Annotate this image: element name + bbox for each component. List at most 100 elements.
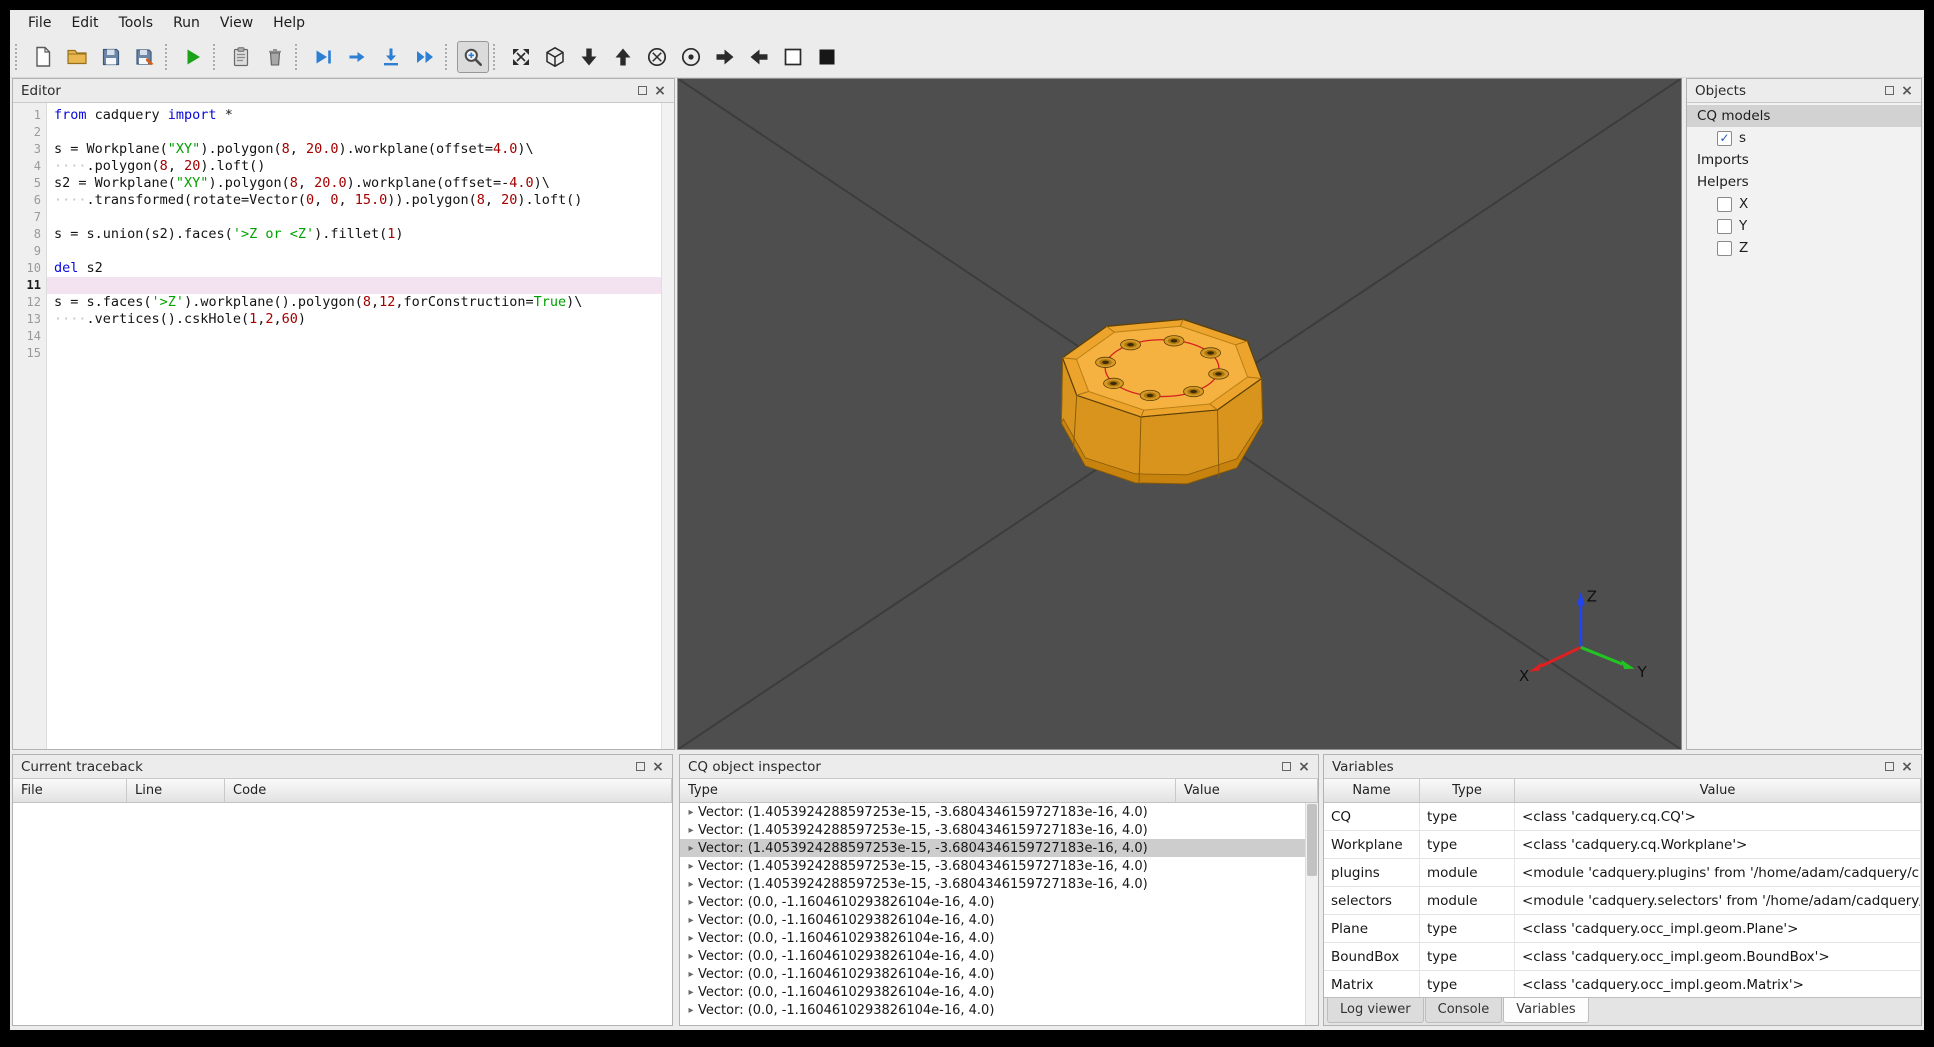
inspector-row[interactable]: ▸ Vector: (0.0, -1.1604610293826104e-16, … [680, 929, 1318, 947]
column-header-type[interactable]: Type [1420, 779, 1515, 802]
step-button[interactable] [341, 41, 373, 73]
inspector-row[interactable]: ▸ Vector: (1.4053924288597253e-15, -3.680… [680, 821, 1318, 839]
inspector-row[interactable]: ▸ Vector: (0.0, -1.1604610293826104e-16, … [680, 965, 1318, 983]
debug-button[interactable] [225, 41, 257, 73]
tree-item-cq-models[interactable]: CQ models [1687, 105, 1921, 127]
inspector-row[interactable]: ▸ Vector: (0.0, -1.1604610293826104e-16, … [680, 1001, 1318, 1019]
column-header-type[interactable]: Type [680, 779, 1176, 802]
save-as-button[interactable] [129, 41, 161, 73]
debug-run-button[interactable] [307, 41, 339, 73]
menu-edit[interactable]: Edit [61, 12, 108, 34]
bottom-view-button[interactable] [607, 41, 639, 73]
right-view-button[interactable] [743, 41, 775, 73]
inspector-row[interactable]: ▸ Vector: (0.0, -1.1604610293826104e-16, … [680, 893, 1318, 911]
inspector-row[interactable]: ▸ Vector: (1.4053924288597253e-15, -3.680… [680, 857, 1318, 875]
tree-item-helpers[interactable]: Helpers [1687, 171, 1921, 193]
expand-arrow-icon[interactable]: ▸ [684, 807, 698, 818]
scrollbar-thumb[interactable] [1307, 804, 1317, 876]
editor-close-button[interactable]: × [651, 82, 669, 100]
inspector-float-button[interactable] [1277, 758, 1295, 776]
tab-console[interactable]: Console [1424, 998, 1503, 1023]
expand-arrow-icon[interactable]: ▸ [684, 969, 698, 980]
menu-tools[interactable]: Tools [109, 12, 164, 34]
icon-doc [31, 45, 55, 69]
expand-arrow-icon[interactable]: ▸ [684, 843, 698, 854]
tree-item-label: Imports [1697, 152, 1749, 168]
variable-row[interactable]: BoundBox type <class 'cadquery.occ_impl.ge… [1324, 943, 1921, 971]
menu-file[interactable]: File [18, 12, 61, 34]
tree-item-y[interactable]: Y [1687, 215, 1921, 237]
expand-arrow-icon[interactable]: ▸ [684, 861, 698, 872]
expand-arrow-icon[interactable]: ▸ [684, 915, 698, 926]
new-script-button[interactable] [27, 41, 59, 73]
editor-code-area[interactable]: from cadquery import * s = Workplane("XY"… [47, 103, 674, 749]
fit-all-button[interactable] [505, 41, 537, 73]
expand-arrow-icon[interactable]: ▸ [684, 879, 698, 890]
column-header-value[interactable]: Value [1176, 779, 1318, 802]
inspector-row[interactable]: ▸ Vector: (1.4053924288597253e-15, -3.680… [680, 839, 1318, 857]
tree-item-s[interactable]: ✓ s [1687, 127, 1921, 149]
variable-row[interactable]: CQ type <class 'cadquery.cq.CQ'> [1324, 803, 1921, 831]
back-view-button[interactable] [675, 41, 707, 73]
column-header-name[interactable]: Name [1324, 779, 1420, 802]
icon-clipboard [229, 45, 253, 69]
continue-button[interactable] [409, 41, 441, 73]
inspector-row[interactable]: ▸ Vector: (1.4053924288597253e-15, -3.680… [680, 803, 1318, 821]
editor-scrollbar[interactable] [661, 103, 674, 749]
expand-arrow-icon[interactable]: ▸ [684, 987, 698, 998]
tab-log-viewer[interactable]: Log viewer [1327, 998, 1424, 1023]
open-script-button[interactable] [61, 41, 93, 73]
tree-item-x[interactable]: X [1687, 193, 1921, 215]
fit-view-button[interactable] [457, 40, 489, 73]
traceback-float-button[interactable] [631, 758, 649, 776]
variable-row[interactable]: Workplane type <class 'cadquery.cq.Workpla… [1324, 831, 1921, 859]
column-header-file[interactable]: File [13, 779, 127, 802]
shaded-button[interactable] [811, 41, 843, 73]
wireframe-button[interactable] [777, 41, 809, 73]
left-view-button[interactable] [709, 41, 741, 73]
inspector-close-button[interactable]: × [1295, 758, 1313, 776]
menu-help[interactable]: Help [263, 12, 315, 34]
checkbox-z[interactable] [1717, 240, 1732, 256]
expand-arrow-icon[interactable]: ▸ [684, 1005, 698, 1016]
expand-arrow-icon[interactable]: ▸ [684, 951, 698, 962]
cad-model[interactable] [1060, 318, 1264, 485]
checkbox-s[interactable]: ✓ [1717, 130, 1732, 146]
inspector-row[interactable]: ▸ Vector: (0.0, -1.1604610293826104e-16, … [680, 911, 1318, 929]
top-view-button[interactable] [573, 41, 605, 73]
variable-row[interactable]: Plane type <class 'cadquery.occ_impl.geom.… [1324, 915, 1921, 943]
editor-float-button[interactable] [633, 82, 651, 100]
iso-view-button[interactable] [539, 41, 571, 73]
variables-close-button[interactable]: × [1898, 758, 1916, 776]
expand-arrow-icon[interactable]: ▸ [684, 897, 698, 908]
objects-close-button[interactable]: × [1898, 82, 1916, 100]
checkbox-x[interactable] [1717, 196, 1732, 212]
checkbox-y[interactable] [1717, 218, 1732, 234]
variables-float-button[interactable] [1880, 758, 1898, 776]
inspector-row[interactable]: ▸ Vector: (1.4053924288597253e-15, -3.680… [680, 875, 1318, 893]
menu-run[interactable]: Run [163, 12, 210, 34]
save-button[interactable] [95, 41, 127, 73]
expand-arrow-icon[interactable]: ▸ [684, 825, 698, 836]
inspector-scrollbar[interactable] [1305, 803, 1318, 1025]
tree-item-z[interactable]: Z [1687, 237, 1921, 259]
variable-row[interactable]: plugins module <module 'cadquery.plugins' … [1324, 859, 1921, 887]
column-header-line[interactable]: Line [127, 779, 225, 802]
menu-view[interactable]: View [210, 12, 263, 34]
objects-float-button[interactable] [1880, 82, 1898, 100]
traceback-close-button[interactable]: × [649, 758, 667, 776]
step-in-button[interactable] [375, 41, 407, 73]
tree-item-imports[interactable]: Imports [1687, 149, 1921, 171]
inspector-row[interactable]: ▸ Vector: (0.0, -1.1604610293826104e-16, … [680, 947, 1318, 965]
delete-button[interactable] [259, 41, 291, 73]
variable-row[interactable]: selectors module <module 'cadquery.selecto… [1324, 887, 1921, 915]
expand-arrow-icon[interactable]: ▸ [684, 933, 698, 944]
tab-variables[interactable]: Variables [1503, 998, 1589, 1023]
front-view-button[interactable] [641, 41, 673, 73]
render-button[interactable] [177, 41, 209, 73]
column-header-value[interactable]: Value [1515, 779, 1921, 802]
variable-row[interactable]: Matrix type <class 'cadquery.occ_impl.geom… [1324, 971, 1921, 997]
column-header-code[interactable]: Code [225, 779, 672, 802]
inspector-row[interactable]: ▸ Vector: (0.0, -1.1604610293826104e-16, … [680, 983, 1318, 1001]
3d-viewport[interactable]: Z X Y [677, 78, 1682, 750]
